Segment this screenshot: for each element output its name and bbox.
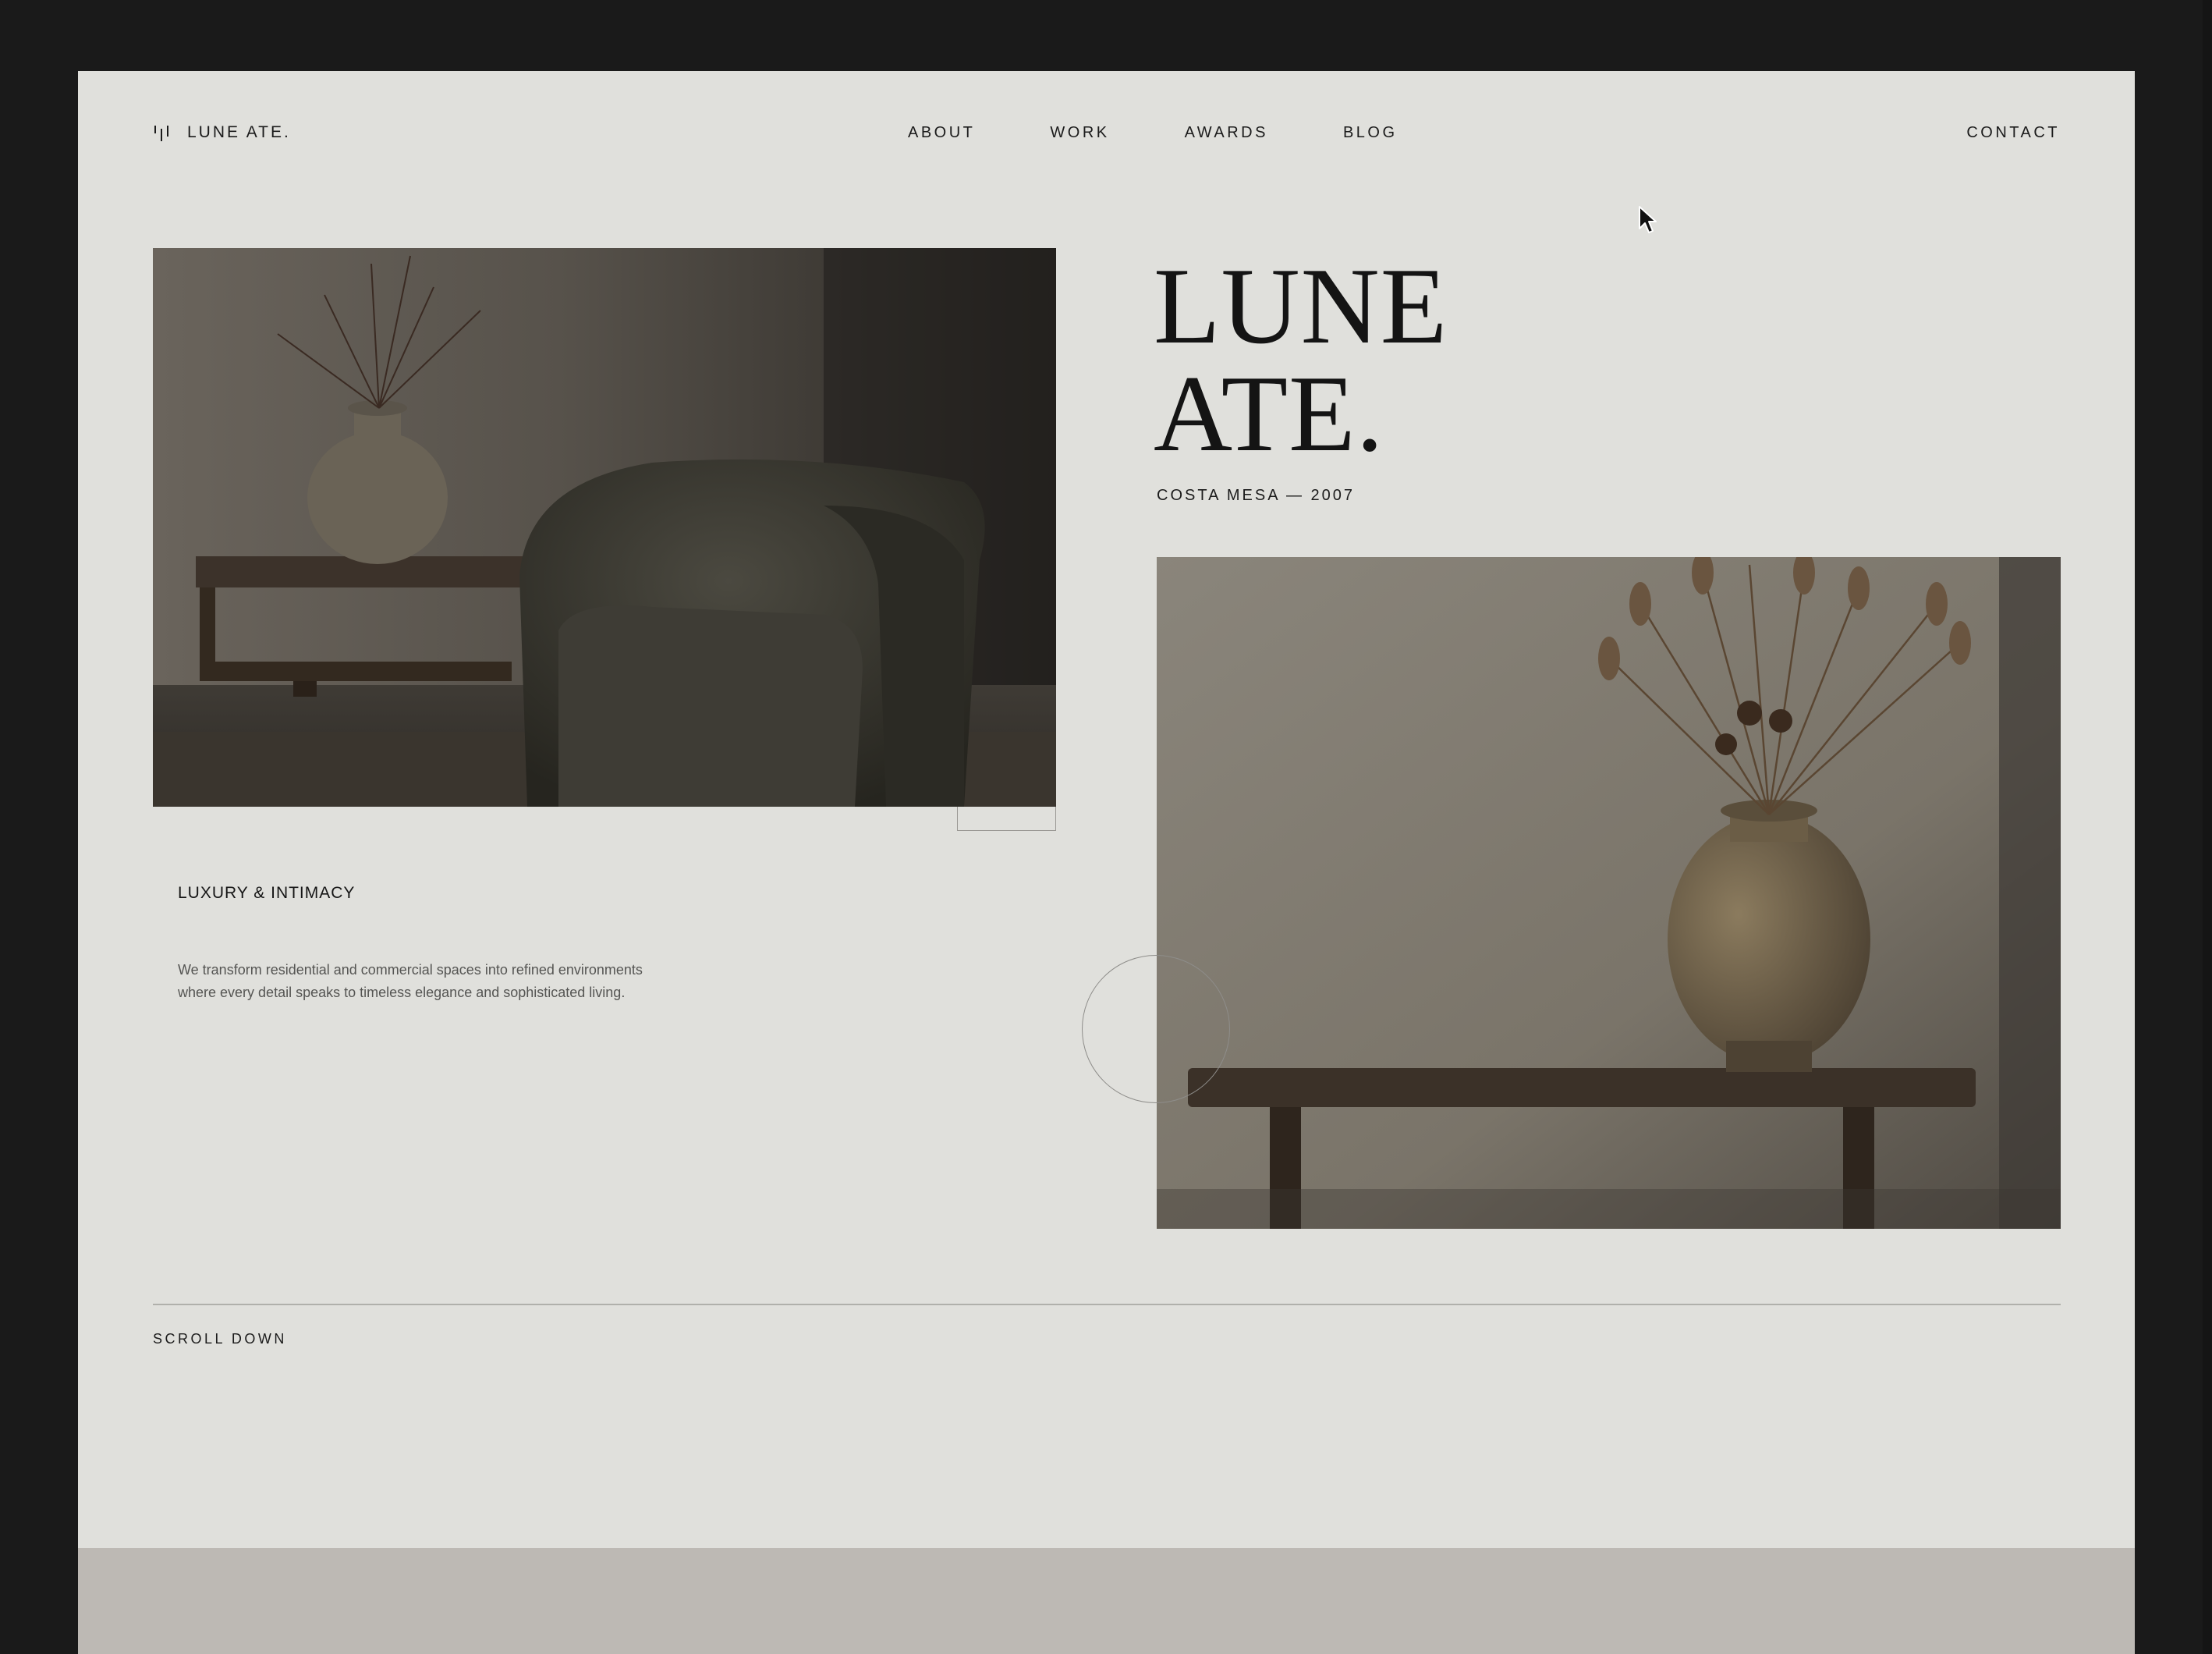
nav-item-work[interactable]: WORK [1050,122,1109,143]
brand-logo[interactable]: LUNE ATE. [153,122,291,143]
intro-description: We transform residential and commercial … [178,962,643,1000]
contact-link[interactable]: CONTACT [1966,122,2060,143]
custom-cursor-circle [1082,955,1230,1103]
window-scrollbar[interactable] [2203,0,2212,1654]
logo-mark-icon [154,126,168,141]
hero-image-armchair [153,248,1056,807]
page-container: LUNE ATE. ABOUT WORK AWARDS BLOG CONTACT [78,71,2135,1548]
section-divider [153,1304,2061,1305]
intro-tagline: LUXURY & INTIMACY [178,884,356,902]
image-frame-accent [957,807,1056,831]
nav-item-blog[interactable]: BLOG [1343,122,1398,143]
hero-title: LUNE ATE. [1154,246,1700,474]
hero-title-line-1: LUNE [1154,246,1448,367]
main-nav: ABOUT WORK AWARDS BLOG [908,122,1398,143]
nav-item-about[interactable]: ABOUT [908,122,975,143]
hero-location-year: COSTA MESA — 2007 [1157,487,1356,504]
brand-name: LUNE ATE. [187,123,291,141]
scroll-down-label[interactable]: SCROLL DOWN [153,1331,287,1347]
nav-item-awards[interactable]: AWARDS [1185,122,1268,143]
mouse-pointer-icon [1639,206,1657,233]
hero-image-vase [1157,557,2061,1229]
hero-title-line-2: ATE. [1154,353,1384,474]
next-section-band [78,1548,2135,1654]
